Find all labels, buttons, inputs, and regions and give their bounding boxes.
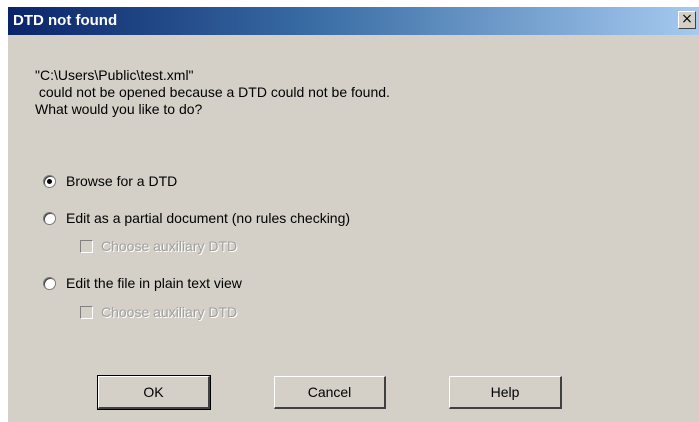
suboption-aux-dtd-plain-label: Choose auxiliary DTD bbox=[101, 304, 238, 320]
help-button[interactable]: Help bbox=[449, 376, 562, 409]
close-icon: × bbox=[681, 11, 693, 27]
option-edit-partial[interactable]: Edit as a partial document (no rules che… bbox=[43, 208, 350, 228]
checkbox-aux-dtd-plain bbox=[80, 305, 93, 319]
suboption-aux-dtd-partial-label: Choose auxiliary DTD bbox=[101, 238, 238, 254]
message-line-path: "C:\Users\Public\test.xml" bbox=[35, 67, 194, 83]
close-button[interactable]: × bbox=[678, 11, 696, 29]
option-edit-partial-label: Edit as a partial document (no rules che… bbox=[66, 210, 351, 226]
suboption-aux-dtd-partial: Choose auxiliary DTD bbox=[80, 236, 237, 256]
radio-selected-dot bbox=[47, 178, 52, 184]
option-browse-dtd[interactable]: Browse for a DTD bbox=[43, 171, 177, 191]
title-bar: DTD not found × bbox=[8, 7, 699, 35]
option-edit-plain-text-label: Edit the file in plain text view bbox=[66, 275, 242, 291]
cancel-button[interactable]: Cancel bbox=[274, 376, 386, 409]
message-line-reason: could not be opened because a DTD could … bbox=[35, 84, 390, 100]
message-line-question: What would you like to do? bbox=[35, 101, 203, 117]
ok-button[interactable]: OK bbox=[97, 375, 211, 410]
option-browse-dtd-label: Browse for a DTD bbox=[66, 173, 178, 189]
dtd-not-found-dialog: DTD not found × "C:\Users\Public\test.xm… bbox=[7, 6, 699, 422]
radio-edit-plain-text[interactable] bbox=[43, 276, 56, 290]
message-text: "C:\Users\Public\test.xml" could not be … bbox=[35, 67, 390, 118]
radio-edit-partial[interactable] bbox=[43, 211, 56, 225]
dialog-title: DTD not found bbox=[13, 12, 118, 29]
option-edit-plain-text[interactable]: Edit the file in plain text view bbox=[43, 273, 242, 293]
radio-browse-dtd[interactable] bbox=[43, 174, 56, 188]
suboption-aux-dtd-plain: Choose auxiliary DTD bbox=[80, 302, 237, 322]
checkbox-aux-dtd-partial bbox=[80, 239, 93, 253]
